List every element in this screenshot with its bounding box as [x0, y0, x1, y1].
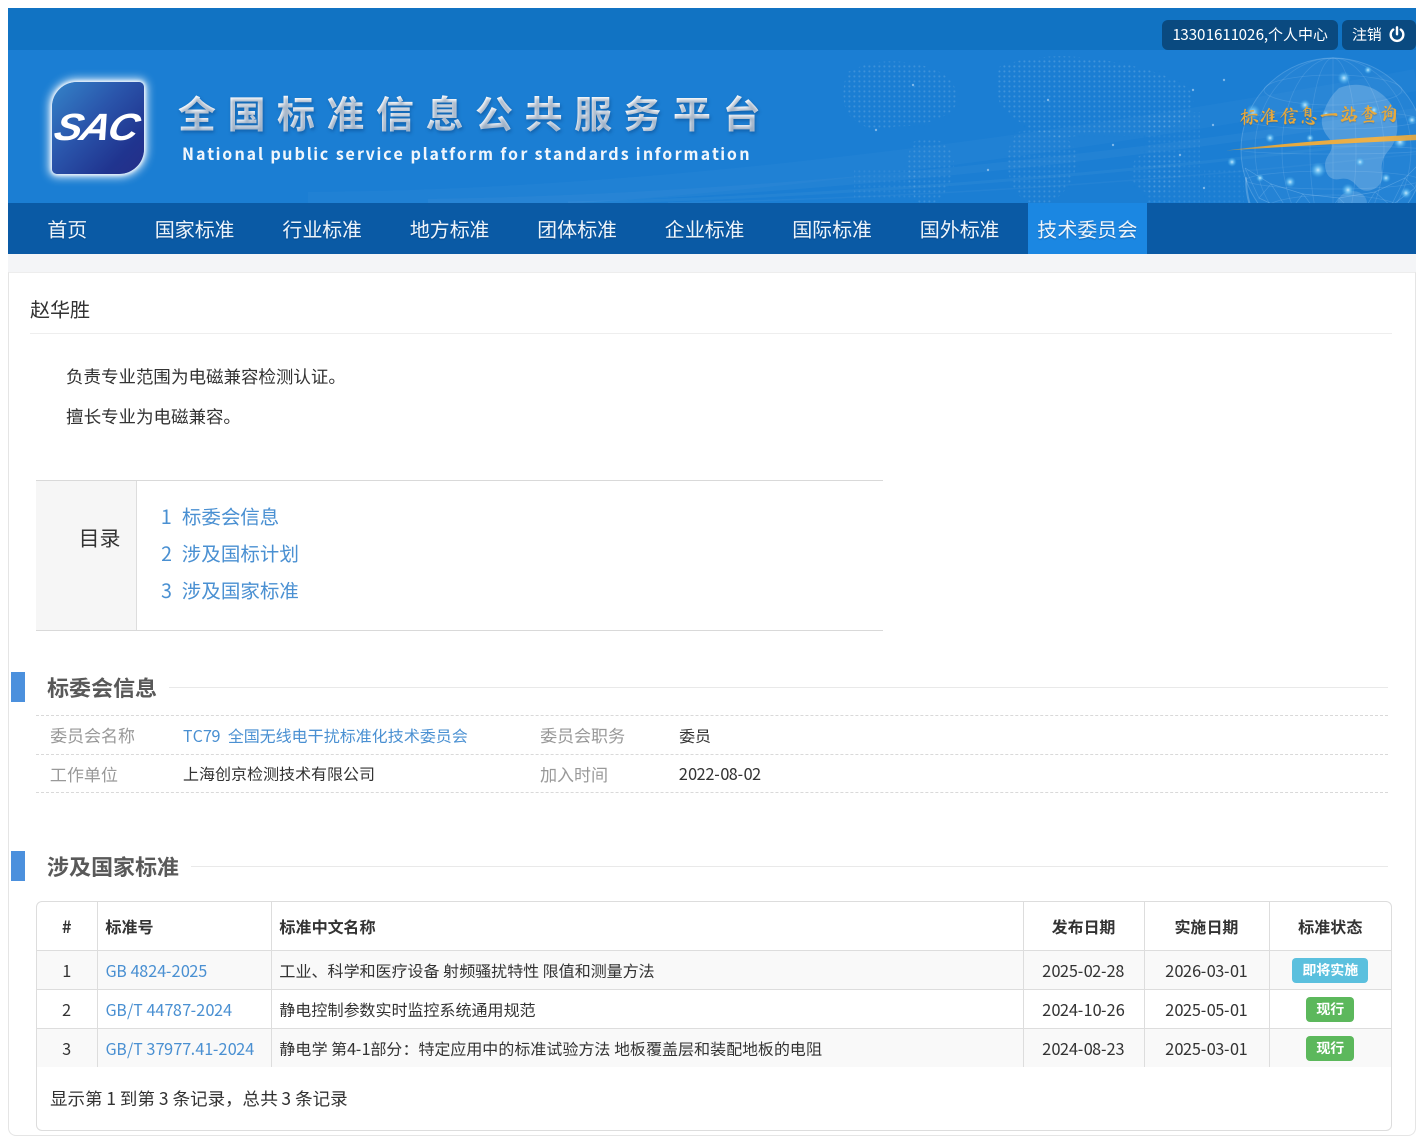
standard-code-link[interactable]: GB 4824-2025: [106, 958, 208, 982]
table-cell: 静电学 第4-1部分：特定应用中的标准试验方法 地板覆盖层和装配地板的电阻: [271, 1028, 1023, 1067]
status-badge: 即将实施: [1292, 958, 1368, 983]
page-title: 赵华胜: [30, 273, 1392, 334]
toc-item-number: 2: [161, 538, 172, 567]
table-cell: 2026-03-01: [1144, 950, 1269, 989]
field-value: TC79 全国无线电干扰标准化技术委员会: [183, 723, 526, 747]
profile-paragraph: 擅长专业为电磁兼容。: [66, 404, 1385, 429]
nav-item[interactable]: 团体标准: [518, 203, 637, 254]
section-header-committee: 标委会信息: [9, 671, 1415, 703]
section-title: 标委会信息: [47, 671, 157, 703]
toc-item: 2 涉及国标计划: [161, 538, 299, 567]
nav-item[interactable]: 国际标准: [773, 203, 892, 254]
field-label: 加入时间: [526, 761, 679, 786]
column-header: 标准号: [97, 902, 271, 950]
standards-table-body: 1GB 4824-2025工业、科学和医疗设备 射频骚扰特性 限值和测量方法20…: [37, 950, 1391, 1067]
site-banner: SAC 全国标准信息公共服务平台 National public service…: [8, 50, 1416, 203]
standard-code-cell: GB/T 44787-2024: [97, 989, 271, 1028]
section-rule: [169, 687, 1388, 688]
standard-code-link[interactable]: GB/T 37977.41-2024: [106, 1036, 255, 1060]
standard-code-cell: GB 4824-2025: [97, 950, 271, 989]
status-cell: 现行: [1269, 1028, 1391, 1067]
toc-label: 目录: [36, 481, 137, 630]
section-marker: [11, 851, 25, 881]
nav-item[interactable]: 国家标准: [136, 203, 255, 254]
content-gap: [8, 254, 1416, 272]
table-cell: 2024-08-23: [1023, 1028, 1144, 1067]
top-user-bar: 13301611026,个人中心 注销: [8, 8, 1416, 50]
table-row: 2 GB/T 44787-2024 静电控制参数实时监控系统通用规范2024-10-…: [37, 989, 1391, 1028]
section-rule: [191, 866, 1388, 867]
toc-item-number: 3: [161, 575, 172, 604]
table-cell: 2: [37, 989, 97, 1028]
committee-info-row: 工作单位上海创京检测技术有限公司加入时间2022-08-02: [36, 755, 1388, 794]
table-cell: 静电控制参数实时监控系统通用规范: [271, 989, 1023, 1028]
power-icon: [1388, 26, 1406, 44]
committee-info-row: 委员会名称TC79 全国无线电干扰标准化技术委员会 委员会职务委员: [36, 716, 1388, 755]
site-title: 全国标准信息公共服务平台: [178, 84, 772, 139]
site-subtitle: National public service platform for sta…: [182, 141, 751, 165]
table-cell: 2025-03-01: [1144, 1028, 1269, 1067]
table-cell: 工业、科学和医疗设备 射频骚扰特性 限值和测量方法: [271, 950, 1023, 989]
table-row: 3 GB/T 37977.41-2024 静电学 第4-1部分：特定应用中的标准试验…: [37, 1028, 1391, 1067]
account-label: 13301611026,个人中心: [1172, 20, 1328, 50]
table-cell: 2025-05-01: [1144, 989, 1269, 1028]
column-header: 实施日期: [1144, 902, 1269, 950]
standards-table-header-row: #标准号标准中文名称发布日期实施日期标准状态: [37, 902, 1391, 950]
committee-info-list: 委员会名称TC79 全国无线电干扰标准化技术委员会 委员会职务委员工作单位上海创京…: [36, 715, 1388, 793]
toc-item-link[interactable]: 涉及国标计划: [182, 538, 299, 567]
column-header: 标准状态: [1269, 902, 1391, 950]
toc-box: 目录 1 标委会信息 2 涉及国标计划 3 涉及国家标准: [36, 480, 883, 631]
user-actions: 13301611026,个人中心 注销: [1158, 20, 1416, 50]
column-header: 标准中文名称: [271, 902, 1023, 950]
standards-table-wrap: #标准号标准中文名称发布日期实施日期标准状态 1 GB 4824-2025 工业、科…: [36, 901, 1392, 1131]
site: 13301611026,个人中心 注销 SAC 全国标准信息公共服务平台 Nat…: [8, 8, 1416, 1136]
table-cell: 1: [37, 950, 97, 989]
standard-code-link[interactable]: GB/T 44787-2024: [106, 997, 232, 1021]
toc-item: 1 标委会信息: [161, 501, 299, 530]
status-badge: 现行: [1306, 1036, 1354, 1061]
nav-item[interactable]: 地方标准: [391, 203, 510, 254]
field-value: 委员: [679, 723, 1388, 747]
logout-button[interactable]: 注销: [1342, 20, 1416, 50]
table-cell: 2025-02-28: [1023, 950, 1144, 989]
profile-paragraph: 负责专业范围为电磁兼容检测认证。: [66, 364, 1385, 389]
toc-item-link[interactable]: 标委会信息: [182, 501, 280, 530]
nav-item-active[interactable]: 技术委员会: [1028, 203, 1147, 254]
field-label: 委员会职务: [526, 722, 679, 747]
status-badge: 现行: [1306, 997, 1354, 1022]
status-cell: 即将实施: [1269, 950, 1391, 989]
main-nav: 首页国家标准行业标准地方标准团体标准企业标准国际标准国外标准技术委员会: [8, 203, 1416, 254]
section-marker: [11, 672, 25, 702]
committee-link[interactable]: TC79 全国无线电干扰标准化技术委员会: [183, 723, 468, 747]
field-label: 委员会名称: [36, 722, 183, 747]
account-button[interactable]: 13301611026,个人中心: [1162, 20, 1338, 50]
standards-table: #标准号标准中文名称发布日期实施日期标准状态 1 GB 4824-2025 工业、科…: [37, 902, 1391, 1067]
table-cell: 2024-10-26: [1023, 989, 1144, 1028]
sac-logo: SAC: [52, 82, 144, 174]
field-label: 工作单位: [36, 761, 183, 786]
logout-label: 注销: [1352, 20, 1382, 50]
table-cell: 3: [37, 1028, 97, 1067]
nav-list: 首页国家标准行业标准地方标准团体标准企业标准国际标准国外标准技术委员会: [8, 203, 1416, 254]
section-title: 涉及国家标准: [47, 850, 179, 882]
nav-item[interactable]: 首页: [8, 203, 127, 254]
toc-list: 1 标委会信息 2 涉及国标计划 3 涉及国家标准: [137, 481, 299, 630]
pagination-summary: 显示第 1 到第 3 条记录，总共 3 条记录: [37, 1067, 1391, 1130]
sac-logo-text: SAC: [50, 107, 147, 150]
section-header-standards: 涉及国家标准: [9, 850, 1415, 882]
nav-item[interactable]: 企业标准: [646, 203, 765, 254]
field-value: 2022-08-02: [679, 761, 1388, 785]
column-header: #: [37, 902, 97, 950]
toc-item-number: 1: [161, 501, 172, 530]
toc-item: 3 涉及国家标准: [161, 575, 299, 604]
status-cell: 现行: [1269, 989, 1391, 1028]
column-header: 发布日期: [1023, 902, 1144, 950]
nav-item[interactable]: 行业标准: [263, 203, 382, 254]
nav-item[interactable]: 国外标准: [901, 203, 1020, 254]
field-value: 上海创京检测技术有限公司: [183, 761, 526, 785]
content-panel: 赵华胜 负责专业范围为电磁兼容检测认证。 擅长专业为电磁兼容。 目录 1 标委会信…: [8, 272, 1416, 1136]
toc-item-link[interactable]: 涉及国家标准: [182, 575, 299, 604]
standard-code-cell: GB/T 37977.41-2024: [97, 1028, 271, 1067]
table-row: 1GB 4824-2025工业、科学和医疗设备 射频骚扰特性 限值和测量方法20…: [37, 950, 1391, 989]
